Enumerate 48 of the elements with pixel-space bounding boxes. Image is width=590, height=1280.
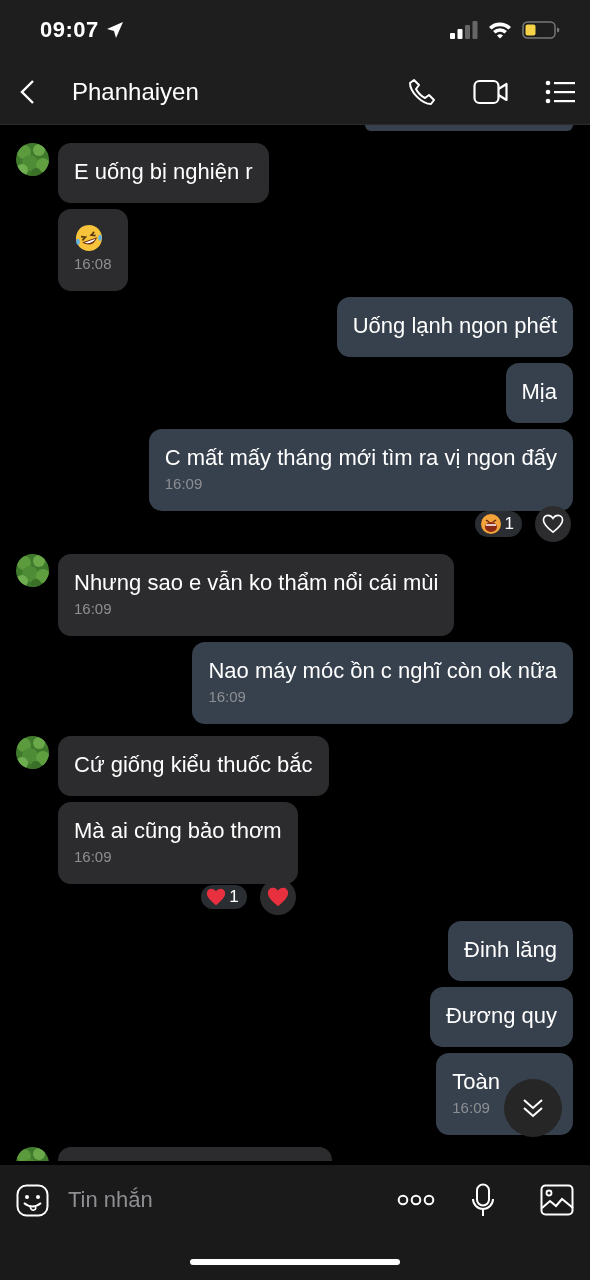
message-time: 16:09 — [74, 847, 113, 867]
microphone-button[interactable] — [471, 1183, 495, 1217]
message-text: Nhưng sao e vẫn ko thẩm nổi cái mùi — [74, 569, 439, 597]
message-input[interactable]: Tin nhắn — [66, 1186, 397, 1214]
phone-icon — [407, 77, 437, 107]
message-time: 16:09 — [164, 474, 204, 494]
reaction-count[interactable]: 1 — [474, 511, 522, 537]
image-icon — [540, 1184, 574, 1216]
heart-icon — [266, 886, 289, 908]
count-text: 1 — [229, 887, 239, 907]
more-button[interactable] — [397, 1194, 435, 1206]
menu-button[interactable] — [545, 80, 575, 104]
smiley-face-icon — [16, 1183, 49, 1217]
heart-icon — [542, 514, 564, 534]
reaction-count[interactable]: 1 — [201, 885, 247, 909]
laughing-face-icon — [479, 513, 502, 535]
sticker-button[interactable] — [16, 1183, 49, 1217]
clock-time: 09:07 — [40, 17, 99, 43]
message-text: Nao máy móc ồn c nghĩ còn ok nữa — [208, 657, 557, 685]
message-text: Cứ giống kiểu thuốc bắc — [74, 751, 313, 779]
message-text: Toàn — [452, 1068, 500, 1096]
battery-icon — [522, 21, 560, 39]
video-call-button[interactable] — [473, 79, 509, 105]
count-text: 1 — [504, 514, 514, 534]
message-text: E uống bị nghiện r — [74, 158, 253, 186]
message-text: Đinh lăng — [464, 936, 557, 964]
message-time: 16:09 — [452, 1098, 491, 1118]
message-text: Mịa — [521, 378, 557, 406]
message-time: 16:09 — [74, 599, 113, 619]
laughing-face-icon — [74, 223, 104, 253]
signal-icon — [450, 21, 478, 39]
phone-call-button[interactable] — [407, 77, 437, 107]
message-text: Uống lạnh ngon phết — [352, 312, 557, 340]
message-text: Mà ai cũng bảo thơm — [74, 817, 282, 845]
wifi-icon — [488, 21, 512, 39]
heart-icon — [206, 887, 227, 907]
video-camera-icon — [473, 79, 509, 105]
message-text: Đương quy — [445, 1002, 557, 1030]
message-time: 16:09 — [208, 687, 247, 707]
contact-name: Phanhaiyen — [72, 78, 200, 106]
more-icon — [397, 1194, 435, 1206]
menu-icon — [545, 80, 575, 104]
microphone-icon — [471, 1183, 495, 1217]
message-time: 16:08 — [74, 254, 112, 274]
message-text: C mất mấy tháng mới tìm ra vị ngon đấy — [164, 444, 557, 472]
image-button[interactable] — [540, 1184, 574, 1216]
heart-button[interactable] — [535, 506, 571, 542]
chevrons-down-icon — [521, 1096, 545, 1120]
